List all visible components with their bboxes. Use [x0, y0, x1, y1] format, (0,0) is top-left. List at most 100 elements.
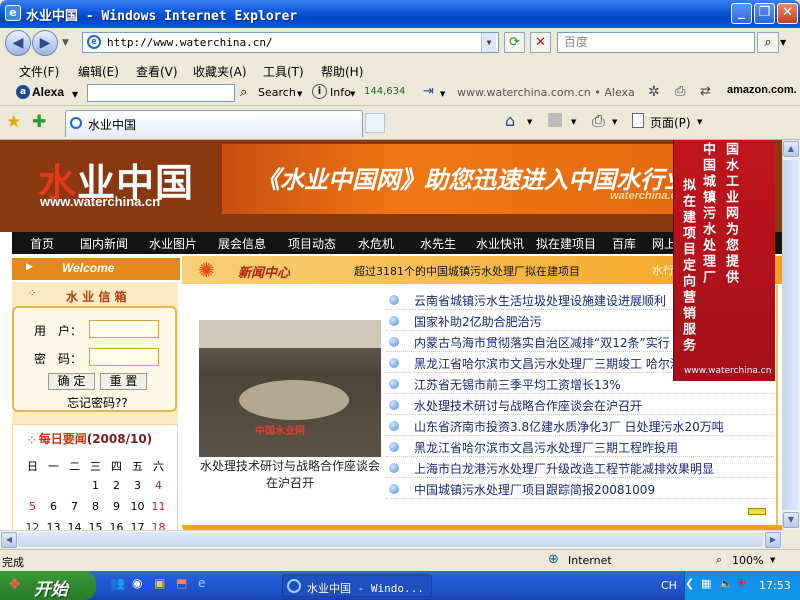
news-more[interactable]: 水行 [652, 262, 674, 278]
nav-pictures[interactable]: 水业图片 [149, 235, 197, 252]
minimize-button[interactable]: _ [731, 3, 752, 24]
menu-edit[interactable]: 编辑(E) [78, 63, 119, 80]
news-item[interactable]: 上海市白龙港污水处理厂升级改造工程节能减排效果明显 [386, 458, 774, 478]
search-dropdown-icon[interactable]: ▼ [297, 90, 302, 98]
search-options-icon[interactable]: ▼ [780, 38, 786, 47]
photo-caption[interactable]: 水处理技术研讨与战略合作座谈会在沪召开 [196, 458, 384, 492]
calendar-day[interactable]: 15 [85, 521, 106, 530]
nav-planned-projects[interactable]: 拟在建项目 [536, 235, 596, 252]
alexa-info-button[interactable]: Info [330, 86, 351, 99]
info-dropdown-icon[interactable]: ▼ [350, 90, 355, 98]
maximize-button[interactable]: ❐ [754, 3, 775, 24]
history-dropdown-icon[interactable]: ▼ [62, 38, 69, 48]
nav-flash[interactable]: 水业快讯 [476, 235, 524, 252]
nav-home[interactable]: 首页 [30, 235, 54, 252]
news-item[interactable]: 山东省济南市投资3.8亿建水质净化3厂 日处理污水20万吨 [386, 416, 774, 436]
login-ok-button[interactable]: 确 定 [48, 373, 95, 390]
username-input[interactable] [89, 320, 159, 338]
feeds-dropdown-icon[interactable]: ▼ [571, 118, 576, 126]
search-input[interactable]: 百度 [557, 32, 755, 53]
calendar-day[interactable]: 17 [127, 521, 148, 530]
tray-expand-icon[interactable]: ❮ [685, 577, 694, 590]
calendar-day[interactable]: 4 [148, 479, 169, 492]
calendar-day[interactable]: 5 [22, 500, 43, 513]
alexa-search-button[interactable]: Search [258, 86, 296, 99]
menu-tools[interactable]: 工具(T) [263, 63, 304, 80]
new-tab-button[interactable] [365, 113, 385, 133]
calendar-day[interactable]: 10 [127, 500, 148, 513]
page-dropdown-icon[interactable]: ▼ [697, 118, 702, 126]
taskbar-ie-window[interactable]: 水业中国 - Windo... [282, 574, 432, 597]
menu-view[interactable]: 查看(V) [136, 63, 178, 80]
calendar-day[interactable]: 12 [22, 521, 43, 530]
scroll-thumb[interactable] [783, 160, 799, 510]
vertical-scrollbar[interactable]: ▲ ▼ [782, 140, 800, 530]
quicklaunch-folder-icon[interactable]: ▣ [154, 576, 165, 590]
calendar-day[interactable]: 9 [106, 500, 127, 513]
calendar-day[interactable]: 13 [43, 521, 64, 530]
add-favorite-icon[interactable]: ✚ [32, 112, 46, 132]
favorites-star-icon[interactable]: ★ [6, 112, 21, 132]
amazon-logo[interactable]: amazon.com. [727, 84, 797, 96]
calendar-day[interactable]: 8 [85, 500, 106, 513]
close-button[interactable]: ✕ [777, 3, 798, 24]
login-reset-button[interactable]: 重 置 [100, 373, 147, 390]
printer-icon[interactable]: ⎙ [592, 111, 605, 131]
news-ticker[interactable]: 超过3181个的中国城镇污水处理厂拟在建项目 [354, 263, 592, 279]
calendar-day[interactable]: 7 [64, 500, 85, 513]
floating-ad[interactable]: 国水工业网为您提供 中国城镇污水处理厂 拟在建项目定向营销服务 www.wate… [673, 140, 775, 381]
zoom-level[interactable]: 100% [732, 554, 763, 567]
tab-active[interactable]: 水业中国 [65, 110, 363, 137]
password-input[interactable] [89, 348, 159, 366]
quicklaunch-ie-icon[interactable]: e [198, 576, 205, 590]
calendar-day[interactable]: 1 [85, 479, 106, 492]
zoom-dropdown-icon[interactable]: ▼ [770, 556, 775, 564]
horizontal-scrollbar[interactable]: ◀ ▶ [0, 530, 782, 548]
home-dropdown-icon[interactable]: ▼ [527, 118, 532, 126]
print-dropdown-icon[interactable]: ▼ [612, 118, 617, 126]
redirect-icon[interactable]: ⇥ [423, 84, 434, 99]
scroll-up-button[interactable]: ▲ [783, 141, 799, 157]
home-icon[interactable]: ⌂ [505, 111, 515, 130]
calendar-day[interactable]: 18 [148, 521, 169, 530]
calendar-day[interactable]: 3 [127, 479, 148, 492]
page-menu[interactable]: 页面(P) [650, 114, 691, 131]
news-item[interactable]: 中国城镇污水处理厂项目跟踪简报20081009 [386, 479, 774, 499]
stop-button[interactable]: ✕ [530, 32, 551, 53]
calendar-day[interactable]: 6 [43, 500, 64, 513]
language-indicator[interactable]: CH [661, 579, 677, 592]
nav-domestic-news[interactable]: 国内新闻 [80, 235, 128, 252]
redirect-dropdown-icon[interactable]: ▼ [440, 90, 445, 98]
volume-icon[interactable]: 🔈 [719, 577, 733, 590]
scroll-left-button[interactable]: ◀ [1, 532, 17, 548]
nav-exhibitions[interactable]: 展会信息 [218, 235, 266, 252]
url-field[interactable]: e http://www.waterchina.cn/ ▼ [82, 32, 499, 53]
scroll-down-button[interactable]: ▼ [783, 512, 799, 528]
nav-projects[interactable]: 项目动态 [288, 235, 336, 252]
link-icon[interactable]: ⇄ [700, 84, 711, 99]
forgot-password-link[interactable]: 忘记密码?? [67, 394, 128, 411]
quicklaunch-users-icon[interactable]: 👥 [110, 576, 125, 590]
forward-button[interactable]: ▶ [32, 30, 58, 56]
alexa-search-input[interactable] [87, 84, 235, 102]
scroll-right-button[interactable]: ▶ [765, 532, 781, 548]
back-button[interactable]: ◀ [5, 30, 31, 56]
chevron-down-icon[interactable]: ▼ [481, 33, 496, 52]
settings-icon[interactable]: ✲ [648, 84, 660, 100]
menu-help[interactable]: 帮助(H) [321, 63, 363, 80]
hscroll-thumb[interactable] [18, 532, 763, 547]
security-icon[interactable]: ⛨ [737, 577, 745, 591]
nav-water-crisis[interactable]: 水危机 [358, 235, 394, 252]
quicklaunch-media-icon[interactable]: ◉ [132, 576, 142, 590]
feeds-icon[interactable] [548, 113, 562, 127]
news-item[interactable]: 黑龙江省哈尔滨市文昌污水处理厂三期工程昨投用 [386, 437, 774, 457]
calendar-day[interactable]: 11 [148, 500, 169, 513]
menu-favorites[interactable]: 收藏夹(A) [193, 63, 247, 80]
alexa-dropdown-icon[interactable]: ▼ [72, 90, 78, 99]
news-photo[interactable]: 中国水业网 [199, 320, 381, 457]
network-icon[interactable]: ▦ [701, 577, 711, 590]
refresh-button[interactable]: ⟳ [504, 32, 525, 53]
search-icon[interactable]: ⌕ [757, 32, 779, 53]
menu-file[interactable]: 文件(F) [19, 63, 59, 80]
nav-library[interactable]: 百库 [612, 235, 636, 252]
